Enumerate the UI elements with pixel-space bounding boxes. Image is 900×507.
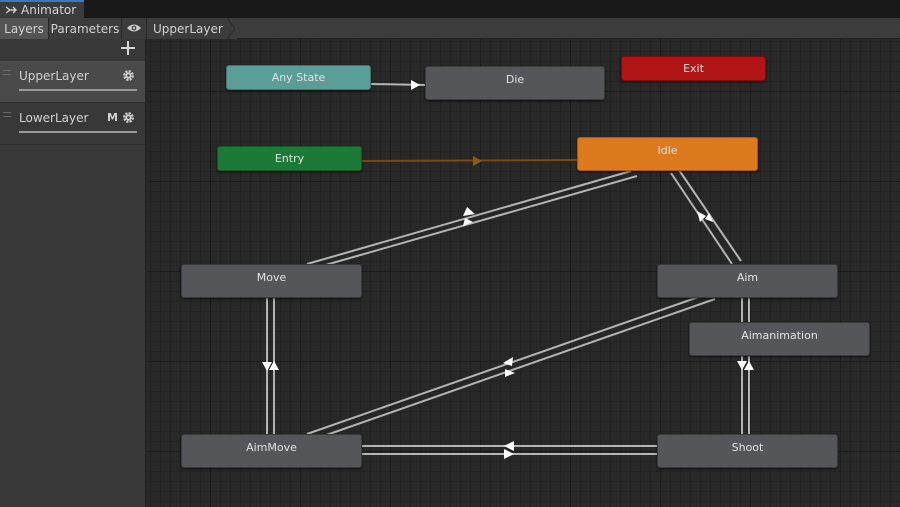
transition-entry-idle[interactable] [361,156,578,166]
state-exit[interactable]: Exit [621,56,766,81]
drag-handle-icon[interactable] [3,112,11,117]
layer-badge: M [107,111,118,124]
layer-weight-bar[interactable] [19,131,137,133]
parameters-tab[interactable]: Parameters [49,18,122,39]
eye-toggle-button[interactable] [122,18,147,39]
transition-aimmove-aim[interactable] [306,293,716,440]
transition-aimanimation-shoot[interactable] [737,355,754,434]
state-aim[interactable]: Aim [657,264,838,298]
transition-anystate-die[interactable] [370,80,426,90]
state-shoot[interactable]: Shoot [657,434,838,468]
state-idle[interactable]: Idle [577,137,758,171]
state-any-state[interactable]: Any State [226,65,371,90]
animator-toolbar: Layers Parameters UpperLayer [0,17,900,40]
layer-name: LowerLayer [19,111,89,125]
state-entry[interactable]: Entry [217,146,362,171]
state-aimmove[interactable]: AimMove [181,434,362,468]
window-tab-bar: Animator [0,0,900,18]
layers-panel-header [0,39,145,61]
eye-icon [126,22,142,36]
animator-icon [5,4,17,16]
transition-idle-aim[interactable] [670,169,742,265]
gear-icon[interactable] [122,69,135,82]
drag-handle-icon[interactable] [3,70,11,75]
state-machine-graph[interactable]: Any State Die Exit Entry Idle Move Aim A… [147,39,900,507]
animator-window-tab[interactable]: Animator [0,0,84,18]
state-move[interactable]: Move [181,264,362,298]
layers-panel: UpperLayer LowerLayer M [0,39,146,507]
breadcrumb[interactable]: UpperLayer [147,17,237,40]
transition-move-aimmove[interactable] [262,298,279,434]
layer-item-lower[interactable]: LowerLayer M [0,103,145,145]
state-aimanimation[interactable]: Aimanimation [689,322,870,356]
gear-icon[interactable] [122,111,135,124]
add-layer-icon[interactable] [121,41,135,55]
breadcrumb-layer: UpperLayer [153,21,223,36]
window-title: Animator [21,3,77,17]
layers-tab[interactable]: Layers [0,18,49,39]
layer-name: UpperLayer [19,69,89,83]
layer-weight-bar[interactable] [19,89,137,91]
layer-item-upper[interactable]: UpperLayer [0,61,145,103]
state-die[interactable]: Die [425,66,605,100]
transition-aim-aimanimation[interactable] [741,298,750,322]
transition-shoot-aimmove[interactable] [361,441,657,459]
transition-idle-move[interactable] [306,170,638,269]
breadcrumb-arrow-icon [226,17,237,40]
